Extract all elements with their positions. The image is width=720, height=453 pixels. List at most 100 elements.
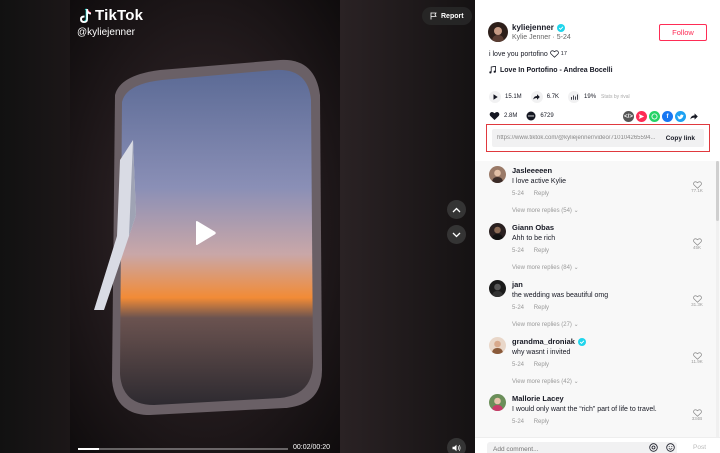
comment-text: I would only want the “rich” part of lif… bbox=[512, 406, 657, 413]
comment-icon bbox=[526, 111, 536, 121]
comment-meta: 5-24 Reply bbox=[512, 362, 549, 368]
reply-button[interactable]: Reply bbox=[534, 419, 549, 425]
reply-button[interactable]: Reply bbox=[534, 248, 549, 254]
view-more-replies[interactable]: View more replies (84) ⌄ bbox=[512, 264, 579, 271]
stats-row: 15.1M 6.7K 19% Stats by rival bbox=[489, 91, 630, 103]
follow-button[interactable]: Follow bbox=[659, 24, 707, 41]
percent-value: 19% bbox=[584, 94, 597, 100]
caption-suffix: 17 bbox=[560, 51, 567, 57]
play-count-icon bbox=[489, 91, 501, 103]
verified-badge-icon bbox=[577, 337, 586, 346]
post-button[interactable]: Post bbox=[693, 444, 706, 451]
commenter-avatar[interactable] bbox=[489, 394, 506, 411]
previous-video-button[interactable] bbox=[447, 200, 466, 219]
commenter-name-text: Giann Obas bbox=[512, 223, 555, 232]
reply-button[interactable]: Reply bbox=[534, 191, 549, 197]
plays-stat[interactable]: 15.1M bbox=[489, 91, 522, 103]
comment-item: Giann Obas Ahh to be rich 5-24 Reply Vie… bbox=[475, 218, 720, 275]
commenter-avatar[interactable] bbox=[489, 223, 506, 240]
music-track[interactable]: Love In Portofino - Andrea Bocelli bbox=[489, 66, 613, 74]
whatsapp-icon[interactable] bbox=[649, 111, 660, 122]
comments-scrollbar[interactable] bbox=[716, 161, 719, 437]
reply-button[interactable]: Reply bbox=[534, 305, 549, 311]
video-caption: i love you portofino 17 bbox=[489, 50, 567, 58]
author-avatar[interactable] bbox=[488, 22, 508, 42]
copy-link-highlight: https://www.tiktok.com/@kyliejenner/vide… bbox=[486, 124, 710, 152]
logo-text: TikTok bbox=[95, 7, 144, 24]
commenter-name[interactable]: Giann Obas bbox=[512, 223, 554, 232]
twitter-icon[interactable] bbox=[675, 111, 686, 122]
commenter-avatar[interactable] bbox=[489, 280, 506, 297]
emoji-icon[interactable] bbox=[666, 443, 675, 452]
next-video-button[interactable] bbox=[447, 225, 466, 244]
add-comment-bar: Post bbox=[475, 437, 720, 453]
plays-count: 15.1M bbox=[505, 94, 522, 100]
comment-text: the wedding was beautiful omg bbox=[512, 292, 609, 299]
report-button[interactable]: Report bbox=[422, 7, 472, 25]
speaker-icon bbox=[452, 444, 461, 451]
view-more-text: View more replies (54) bbox=[512, 208, 572, 214]
embed-icon[interactable]: </> bbox=[623, 111, 634, 122]
author-username[interactable]: kyliejenner bbox=[512, 23, 565, 32]
video-author-handle[interactable]: @kyliejenner bbox=[77, 27, 135, 38]
blurred-background-left bbox=[0, 0, 70, 453]
stats-attribution: Stats by rival bbox=[601, 94, 630, 100]
shares-stat[interactable]: 6.7K bbox=[530, 91, 560, 103]
flag-icon bbox=[430, 12, 437, 20]
scrollbar-thumb[interactable] bbox=[716, 161, 719, 221]
commenter-name[interactable]: Mallorie Lacey bbox=[512, 394, 564, 403]
copy-link-button[interactable]: Copy link bbox=[657, 135, 704, 142]
copy-link-field: https://www.tiktok.com/@kyliejenner/vide… bbox=[492, 129, 704, 147]
friends-icon[interactable] bbox=[636, 111, 647, 122]
video-progress-bar[interactable] bbox=[78, 448, 288, 450]
comment-stat[interactable]: 6729 bbox=[526, 111, 554, 121]
comment-meta: 5-24 Reply bbox=[512, 419, 549, 425]
tiktok-note-icon bbox=[80, 7, 92, 23]
share-arrow-icon[interactable] bbox=[688, 111, 699, 122]
view-more-text: View more replies (42) bbox=[512, 379, 572, 385]
video-url[interactable]: https://www.tiktok.com/@kyliejenner/vide… bbox=[492, 135, 657, 141]
view-more-text: View more replies (27) bbox=[512, 322, 572, 328]
video-player: TikTok @kyliejenner Report 00:02/00:20 bbox=[0, 0, 475, 453]
commenter-avatar[interactable] bbox=[489, 166, 506, 183]
commenter-name[interactable]: jan bbox=[512, 280, 523, 289]
chevron-up-icon bbox=[452, 207, 461, 212]
commenter-name[interactable]: Jasleeeeen bbox=[512, 166, 552, 175]
author-subline: Kylie Jenner · 5-24 bbox=[512, 34, 571, 41]
video-progress-fill bbox=[78, 448, 99, 450]
facebook-icon[interactable]: f bbox=[662, 111, 673, 122]
comment-date: 5-24 bbox=[512, 419, 525, 425]
heart-icon bbox=[489, 111, 500, 121]
reply-button[interactable]: Reply bbox=[534, 362, 549, 368]
tiktok-logo[interactable]: TikTok bbox=[78, 7, 143, 24]
view-more-replies[interactable]: View more replies (42) ⌄ bbox=[512, 378, 579, 385]
view-more-replies[interactable]: View more replies (54) ⌄ bbox=[512, 207, 579, 214]
author-username-text: kyliejenner bbox=[512, 23, 554, 32]
comment-like-count: 11.9K bbox=[691, 359, 703, 364]
commenter-name-text: jan bbox=[512, 280, 523, 289]
view-more-replies[interactable]: View more replies (27) ⌄ bbox=[512, 321, 579, 328]
likes-count: 2.8M bbox=[504, 113, 518, 119]
like-stat[interactable]: 2.8M bbox=[489, 111, 517, 121]
share-count-icon bbox=[530, 91, 543, 103]
chevron-down-icon: ⌄ bbox=[573, 379, 579, 385]
shares-count: 6.7K bbox=[546, 94, 560, 100]
commenter-name-text: Mallorie Lacey bbox=[512, 394, 564, 403]
comment-date: 5-24 bbox=[512, 191, 525, 197]
comment-item: Jasleeeeen I love active Kylie 5-24 Repl… bbox=[475, 161, 720, 218]
mention-icon[interactable] bbox=[649, 443, 658, 452]
heart-outline-icon bbox=[549, 50, 559, 58]
comment-item: grandma_droniak why wasnt i invited 5-24… bbox=[475, 332, 720, 389]
music-title: Love In Portofino - Andrea Bocelli bbox=[500, 66, 613, 74]
comment-meta: 5-24 Reply bbox=[512, 191, 549, 197]
commenter-avatar[interactable] bbox=[489, 337, 506, 354]
volume-button[interactable] bbox=[447, 438, 466, 453]
comment-item: jan the wedding was beautiful omg 5-24 R… bbox=[475, 275, 720, 332]
share-icons-row: </> f bbox=[623, 111, 699, 122]
comment-meta: 5-24 Reply bbox=[512, 305, 549, 311]
percent-stat: 19% bbox=[568, 91, 596, 103]
play-icon[interactable] bbox=[193, 220, 217, 246]
chevron-down-icon bbox=[452, 232, 461, 237]
commenter-name[interactable]: grandma_droniak bbox=[512, 337, 586, 346]
comments-list: Jasleeeeen I love active Kylie 5-24 Repl… bbox=[475, 161, 720, 437]
